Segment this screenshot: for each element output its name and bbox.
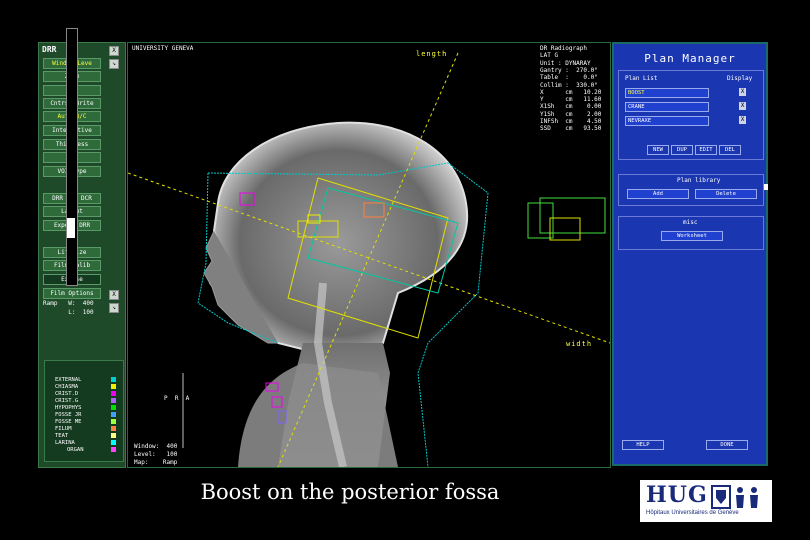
legend-swatch	[111, 447, 116, 452]
legend-swatch	[111, 433, 116, 438]
beam-info-line: DR Radiograph	[540, 45, 587, 52]
legend-swatch	[111, 384, 116, 389]
done-button[interactable]: DONE	[706, 440, 748, 450]
legend-label: FOSSE JR	[55, 412, 82, 418]
display-toggle-nevraxe[interactable]: X	[739, 116, 746, 124]
beam-info-line: Unit : DYNARAY	[540, 59, 591, 67]
drr-minimize-button[interactable]: ↘	[109, 59, 119, 69]
hug-logo: HUG Hôpitaux Universitaires de Genève	[640, 480, 772, 522]
legend-swatch	[111, 440, 116, 445]
orientation-label: P R A	[164, 395, 190, 402]
drr-viewport[interactable]: UNIVERSITY GENEVA length width P R A Win…	[127, 42, 611, 468]
beam-info-line: Gantry : 270.0°	[540, 66, 598, 74]
drr-panel-title: DRR	[42, 45, 57, 54]
legend-label: FOSSE ME	[55, 419, 82, 425]
map-readout: Map: Ramp	[134, 459, 178, 466]
legend-swatch	[111, 391, 116, 396]
ramp-level-readout: L: 100	[43, 309, 94, 316]
level-readout: Level: 100	[134, 451, 178, 458]
projection-box-3	[549, 217, 581, 241]
edit-plan-button[interactable]: EDIT	[695, 145, 717, 155]
length-label: length	[416, 50, 448, 58]
legend-label: LARINA	[55, 440, 75, 446]
beam-info-line: LAT G	[540, 52, 559, 60]
ramp-width-readout: Ramp W: 400	[43, 300, 94, 307]
new-plan-button[interactable]: NEW	[647, 145, 669, 155]
plan-item-boost[interactable]: BOOST	[625, 88, 709, 98]
slide-caption: Boost on the posterior fossa	[200, 480, 500, 504]
legend-swatch	[111, 419, 116, 424]
drr-close-button[interactable]: X	[109, 46, 119, 56]
beam-info-line: INFSh cm 4.50	[540, 118, 602, 125]
library-delete-button[interactable]: Delete	[695, 189, 757, 199]
display-toggle-crane[interactable]: X	[739, 102, 746, 110]
window-readout: Window: 400	[134, 443, 178, 450]
drr-image	[128, 52, 610, 467]
help-button[interactable]: HELP	[622, 440, 664, 450]
delete-plan-button[interactable]: DEL	[719, 145, 741, 155]
plan-list-label: Plan List	[625, 75, 658, 82]
legend-label: FILUM	[55, 426, 72, 432]
legend-swatch	[111, 377, 116, 382]
legend-label: CRIST.G	[55, 398, 79, 404]
legend-swatch	[111, 426, 116, 431]
plan-item-crane[interactable]: CRANE	[625, 102, 709, 112]
dup-plan-button[interactable]: DUP	[671, 145, 693, 155]
ramp-close-button[interactable]: X	[109, 290, 119, 300]
beam-info-line: Collim : 330.0°	[540, 81, 598, 89]
beam-info-line: X cm 10.20	[540, 88, 602, 96]
hug-logo-emblem	[711, 485, 758, 509]
legend-swatch	[111, 412, 116, 417]
legend-label: TEAT	[55, 433, 69, 439]
legend-swatch	[111, 398, 116, 403]
legend-label: CRIST.D	[55, 391, 79, 397]
misc-label: misc	[683, 219, 698, 226]
structure-legend: EXTERNAL CHIASMA CRIST.D CRIST.G HYPOPHY…	[44, 360, 124, 462]
film-options-button[interactable]: Film Options	[43, 288, 101, 299]
legend-label: CHIASMA	[55, 384, 79, 390]
beam-info-line: X1Sh cm 0.00	[540, 103, 602, 111]
beam-info-line: Y cm 11.60	[540, 96, 602, 104]
drr-scrollbar[interactable]	[66, 28, 78, 286]
plan-library-section: Plan library Add Delete	[618, 174, 764, 206]
legend-label: ORGAN	[67, 447, 84, 453]
hug-logo-subtitle: Hôpitaux Universitaires de Genève	[646, 510, 739, 516]
legend-label: HYPOPHYS	[55, 405, 82, 411]
plan-item-nevraxe[interactable]: NEVRAXE	[625, 116, 709, 126]
plan-library-label: Plan library	[677, 177, 721, 184]
beam-info-line: Y1Sh cm 2.00	[540, 110, 602, 118]
beam-info-line: Table : 0.0°	[540, 74, 598, 82]
hug-logo-text: HUG	[646, 482, 708, 508]
panel-edge-marker	[764, 184, 768, 190]
beam-info-line: SSD cm 93.50	[540, 125, 602, 133]
width-label: width	[566, 340, 593, 348]
legend-label: EXTERNAL	[55, 377, 82, 383]
legend-swatch	[111, 405, 116, 410]
plan-manager-title: Plan Manager	[644, 52, 736, 65]
display-toggle-boost[interactable]: X	[739, 88, 746, 96]
misc-section: misc Worksheet	[618, 216, 764, 250]
drr-scrollbar-thumb[interactable]	[67, 218, 75, 238]
display-label: Display	[727, 75, 753, 82]
plan-list-section: Plan List Display BOOST X CRANE X NEVRAX…	[618, 70, 764, 160]
ramp-minimize-button[interactable]: ↘	[109, 303, 119, 313]
worksheet-button[interactable]: Worksheet	[661, 231, 723, 241]
chest-silhouette	[238, 363, 398, 467]
plan-manager-panel: Plan Manager Plan List Display BOOST X C…	[612, 42, 768, 466]
library-add-button[interactable]: Add	[627, 189, 689, 199]
institution-label: UNIVERSITY GENEVA	[132, 45, 194, 52]
